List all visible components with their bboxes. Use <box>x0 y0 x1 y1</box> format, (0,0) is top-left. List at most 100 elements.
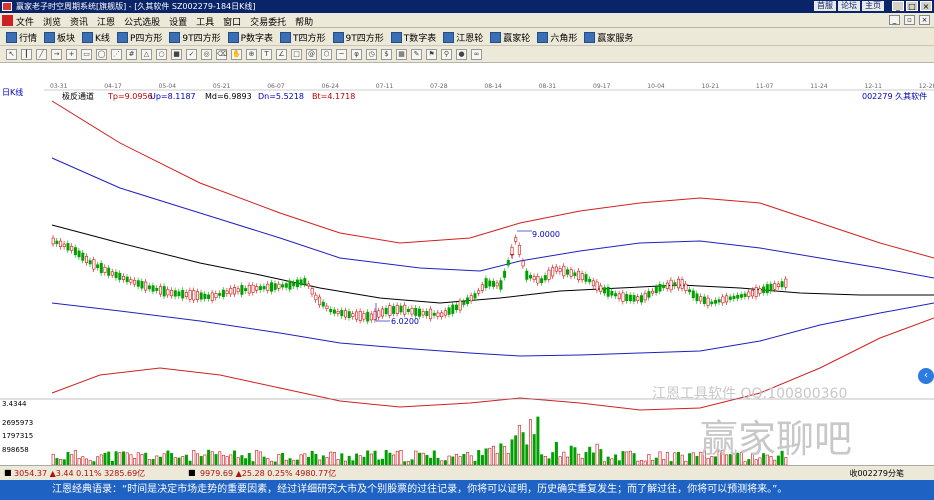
color-tool-icon[interactable]: ● <box>456 49 467 60</box>
toolbar-button-10[interactable]: 赢家轮 <box>490 31 530 44</box>
wave2-tool-icon[interactable]: ∞ <box>471 49 482 60</box>
volume-bar <box>55 458 59 466</box>
line-tool-icon[interactable]: ╱ <box>36 49 47 60</box>
cal-tool-icon[interactable]: ▦ <box>396 49 407 60</box>
toolbar-button-9[interactable]: 江恩轮 <box>443 31 483 44</box>
volume-bar <box>77 458 81 466</box>
toolbar-button-0[interactable]: 行情 <box>6 31 37 44</box>
lock-tool-icon[interactable]: ⚲ <box>441 49 452 60</box>
menu-item-6[interactable]: 工具 <box>196 15 214 28</box>
candle-body <box>606 286 610 297</box>
rect-tool-icon[interactable]: ▭ <box>81 49 92 60</box>
menu-item-7[interactable]: 窗口 <box>223 15 241 28</box>
circle-tool-icon[interactable]: ○ <box>156 49 167 60</box>
fan-tool-icon[interactable]: ⋰ <box>111 49 122 60</box>
menu-item-2[interactable]: 资讯 <box>70 15 88 28</box>
toolbar-button-2[interactable]: K线 <box>82 31 110 44</box>
link-home[interactable]: 主页 <box>862 1 884 11</box>
kline-chart-panel[interactable]: 03-31 04-17 05-04 05-21 06-07 06-24 07-11 07-28… <box>0 63 934 469</box>
toolbar-button-3[interactable]: P四方形 <box>116 31 162 44</box>
cycle-tool-icon[interactable]: ◎ <box>201 49 212 60</box>
toolbar-button-8[interactable]: T数字表 <box>390 31 436 44</box>
ray-tool-icon[interactable]: → <box>51 49 62 60</box>
tp-label: Tp=9.0956 <box>107 92 153 101</box>
index2-quote[interactable]: 9979.69 ▲25.28 0.25% 4980.77亿 <box>200 468 336 479</box>
child-restore-icon[interactable]: ▫ <box>904 15 915 25</box>
volume-bar <box>565 456 569 466</box>
expand-panel-icon[interactable]: ‹ <box>918 368 934 384</box>
volume-bar <box>196 453 200 466</box>
cross-tool-icon[interactable]: + <box>66 49 77 60</box>
index1-quote[interactable]: 3054.37 ▲3.44 0.11% 3285.69亿 <box>14 468 145 479</box>
date-label: 12-28 <box>919 83 934 90</box>
text-tool-icon[interactable]: T <box>261 49 272 60</box>
menu-item-3[interactable]: 江恩 <box>97 15 115 28</box>
box-tool-icon[interactable]: ■ <box>171 49 182 60</box>
candle-body <box>247 285 251 294</box>
menu-item-9[interactable]: 帮助 <box>295 15 313 28</box>
volume-bar <box>107 451 111 466</box>
square-tool-icon[interactable]: □ <box>291 49 302 60</box>
toolbar-button-6[interactable]: T四方形 <box>280 31 326 44</box>
candle-body <box>96 264 100 268</box>
volume-bar <box>332 452 336 466</box>
child-minimize-icon[interactable]: _ <box>889 15 900 25</box>
time-tool-icon[interactable]: ◷ <box>366 49 377 60</box>
candle-body <box>177 291 181 297</box>
volume-bar <box>177 457 181 466</box>
candle-body <box>532 276 536 281</box>
candle-body <box>380 308 384 317</box>
status-right-text[interactable]: 收002279分笔 <box>849 468 904 479</box>
toolbar-button-1[interactable]: 板块 <box>44 31 75 44</box>
link-shoufu[interactable]: 首服 <box>814 1 836 11</box>
close-icon[interactable]: × <box>920 1 932 11</box>
candle-body <box>203 293 207 299</box>
angle-tool-icon[interactable]: ∠ <box>276 49 287 60</box>
volume-bar <box>436 457 440 466</box>
volume-bar <box>580 457 584 466</box>
minimize-icon[interactable]: _ <box>892 1 904 11</box>
eraser-tool-icon[interactable]: ⌫ <box>216 49 227 60</box>
menu-item-4[interactable]: 公式选股 <box>124 15 160 28</box>
triangle-tool-icon[interactable]: △ <box>141 49 152 60</box>
toolbar-button-5[interactable]: P数字表 <box>227 31 273 44</box>
toolbar-button-4[interactable]: 9T四方形 <box>169 31 221 44</box>
toolbar-button-11[interactable]: 六角形 <box>537 31 577 44</box>
wave-tool-icon[interactable]: ~ <box>336 49 347 60</box>
candle-body <box>503 270 507 278</box>
arrow-tool-icon[interactable]: ↖ <box>6 49 17 60</box>
grid-tool-icon[interactable]: # <box>126 49 137 60</box>
note-tool-icon[interactable]: ✎ <box>411 49 422 60</box>
candle-body <box>170 289 174 297</box>
volume-bar <box>658 451 662 466</box>
candle-body <box>392 306 396 314</box>
candle-body <box>469 295 473 302</box>
hand-tool-icon[interactable]: ✋ <box>231 49 242 60</box>
volume-bar <box>262 456 266 466</box>
volume-bar <box>221 454 225 466</box>
toolbar-button-7[interactable]: 9T四方形 <box>332 31 384 44</box>
spiral-tool-icon[interactable]: @ <box>306 49 317 60</box>
flag-tool-icon[interactable]: ⚑ <box>426 49 437 60</box>
menu-item-8[interactable]: 交易委托 <box>250 15 286 28</box>
fib-tool-icon[interactable]: φ <box>351 49 362 60</box>
ellipse-tool-icon[interactable]: ◯ <box>96 49 107 60</box>
menu-item-1[interactable]: 浏览 <box>43 15 61 28</box>
volume-bar <box>199 456 203 466</box>
candle-body <box>181 289 185 299</box>
maximize-icon[interactable]: □ <box>906 1 918 11</box>
hex-tool-icon[interactable]: ⬡ <box>321 49 332 60</box>
price-tool-icon[interactable]: $ <box>381 49 392 60</box>
toolbar-button-12[interactable]: 赢家服务 <box>584 31 633 44</box>
link-forum[interactable]: 论坛 <box>838 1 860 11</box>
menu-item-0[interactable]: 文件 <box>16 15 34 28</box>
candle-body <box>417 308 421 317</box>
volume-bar <box>532 434 536 466</box>
bar-tool-icon[interactable]: ┃ <box>21 49 32 60</box>
mark-tool-icon[interactable]: ✓ <box>186 49 197 60</box>
child-close-icon[interactable]: × <box>919 15 930 25</box>
volume-bar <box>118 452 122 466</box>
zoom-tool-icon[interactable]: ⊕ <box>246 49 257 60</box>
volume-bar <box>695 456 699 466</box>
menu-item-5[interactable]: 设置 <box>169 15 187 28</box>
